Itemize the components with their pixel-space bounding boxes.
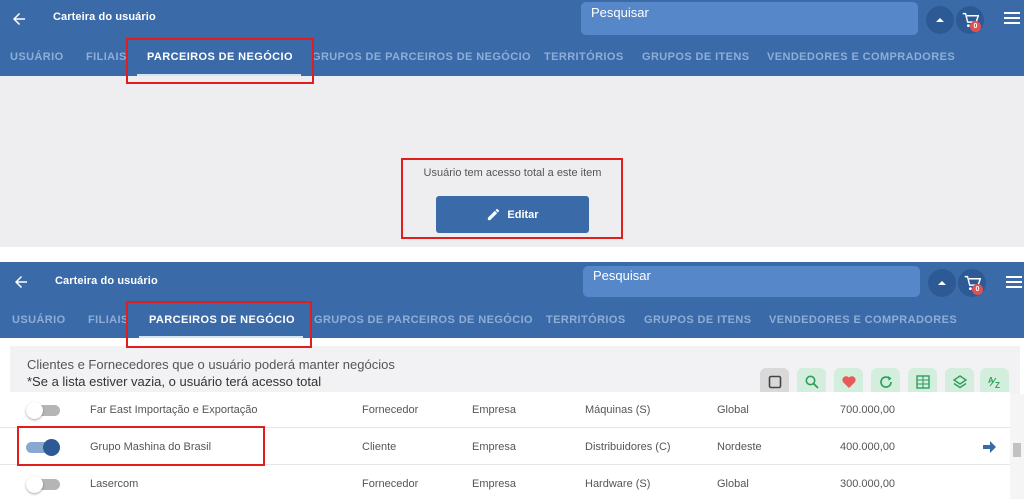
tab-filiais[interactable]: FILIAIS [88,309,129,339]
access-message: Usuário tem acesso total a este item [423,167,602,179]
tab-usuario[interactable]: USUÁRIO [12,309,66,339]
partner-territory: Global [717,404,749,416]
partner-name: Lasercom [90,478,139,490]
partner-type: Cliente [362,441,397,453]
checkbox-icon [768,375,781,389]
header-bar-bottom: Carteira do usuário 0 USUÁRIO FILIAIS PA… [0,262,1024,338]
back-arrow-icon[interactable] [10,10,28,28]
caret-up-icon [938,281,946,285]
tab-parceiros-de-negocio[interactable]: PARCEIROS DE NEGÓCIO [147,46,293,76]
partner-name: Far East Importação e Exportação [90,404,258,416]
tab-vendedores-e-compradores[interactable]: VENDEDORES E COMPRADORES [769,309,957,339]
partner-territory: Global [717,478,749,490]
partner-kind: Empresa [472,404,517,416]
tab-usuario[interactable]: USUÁRIO [10,46,64,76]
tab-vendedores-e-compradores[interactable]: VENDEDORES E COMPRADORES [767,46,955,76]
hamburger-menu-icon[interactable] [1006,276,1022,288]
edit-button-label: Editar [507,208,539,221]
partner-toggle[interactable] [26,439,60,456]
vertical-scrollbar[interactable] [1010,394,1024,499]
caret-up-icon [936,18,944,22]
access-content: Usuário tem acesso total a este item Edi… [0,76,1024,247]
back-arrow-icon[interactable] [12,273,30,291]
partner-value: 400.000,00 [840,441,896,453]
table-row[interactable]: Far East Importação e Exportação Fornece… [0,392,1010,428]
partner-toggle[interactable] [26,402,60,419]
tab-bar: USUÁRIO FILIAIS PARCEIROS DE NEGÓCIO GRU… [0,309,1024,339]
tab-grupos-de-itens[interactable]: GRUPOS DE ITENS [642,46,749,76]
partner-type: Fornecedor [362,404,419,416]
partner-group: Distribuidores (C) [585,441,671,453]
cart-count-badge: 0 [970,21,981,32]
cart-button[interactable]: 0 [958,269,986,297]
tab-grupos-de-itens[interactable]: GRUPOS DE ITENS [644,309,751,339]
layers-icon [952,375,967,389]
table-row[interactable]: Lasercom Fornecedor Empresa Hardware (S)… [0,466,1010,499]
partner-kind: Empresa [472,441,517,453]
partner-name: Grupo Mashina do Brasil [90,441,212,453]
cart-button[interactable]: 0 [956,6,984,34]
arrow-right-icon[interactable] [983,441,996,453]
tab-filiais[interactable]: FILIAIS [86,46,127,76]
partners-content: Clientes e Fornecedores que o usuário po… [0,338,1024,499]
partner-value: 300.000,00 [840,478,896,490]
partner-value: 700.000,00 [840,404,896,416]
search-input[interactable] [583,266,920,297]
partner-territory: Nordeste [717,441,762,453]
partner-group: Hardware (S) [585,478,651,490]
collapse-button[interactable] [928,269,956,297]
tab-grupos-de-parceiros[interactable]: GRUPOS DE PARCEIROS DE NEGÓCIO [314,309,533,339]
tab-territorios[interactable]: TERRITÓRIOS [544,46,624,76]
svg-text:Z: Z [995,381,1000,390]
excel-icon [915,375,930,389]
tab-parceiros-de-negocio[interactable]: PARCEIROS DE NEGÓCIO [149,309,295,339]
scrollbar-thumb[interactable] [1013,443,1021,457]
page-title: Carteira do usuário [53,11,156,23]
collapse-button[interactable] [926,6,954,34]
hamburger-menu-icon[interactable] [1004,12,1020,24]
table-row[interactable]: Grupo Mashina do Brasil Cliente Empresa … [0,429,1010,465]
header-bar: Carteira do usuário 0 USUÁRIO FILIAIS PA… [0,0,1024,76]
sort-az-icon: AZ [988,376,1000,390]
pencil-icon [488,208,500,221]
edit-button[interactable]: Editar [436,196,589,233]
search-input[interactable] [581,2,918,35]
heart-icon [841,376,856,388]
partner-type: Fornecedor [362,478,419,490]
svg-text:A: A [988,376,994,385]
info-description: Clientes e Fornecedores que o usuário po… [27,357,395,372]
search-icon [805,375,819,389]
tab-bar: USUÁRIO FILIAIS PARCEIROS DE NEGÓCIO GRU… [0,46,1024,76]
partner-toggle[interactable] [26,476,60,493]
tab-grupos-de-parceiros[interactable]: GRUPOS DE PARCEIROS DE NEGÓCIO [312,46,531,76]
partner-group: Máquinas (S) [585,404,651,416]
refresh-icon [879,376,892,388]
partner-kind: Empresa [472,478,517,490]
info-note: *Se a lista estiver vazia, o usuário ter… [27,374,322,389]
tab-territorios[interactable]: TERRITÓRIOS [546,309,626,339]
panel-top: Carteira do usuário 0 USUÁRIO FILIAIS PA… [0,0,1024,247]
cart-count-badge: 0 [972,284,983,295]
page-title: Carteira do usuário [55,275,158,287]
panel-bottom: Carteira do usuário 0 USUÁRIO FILIAIS PA… [0,262,1024,499]
